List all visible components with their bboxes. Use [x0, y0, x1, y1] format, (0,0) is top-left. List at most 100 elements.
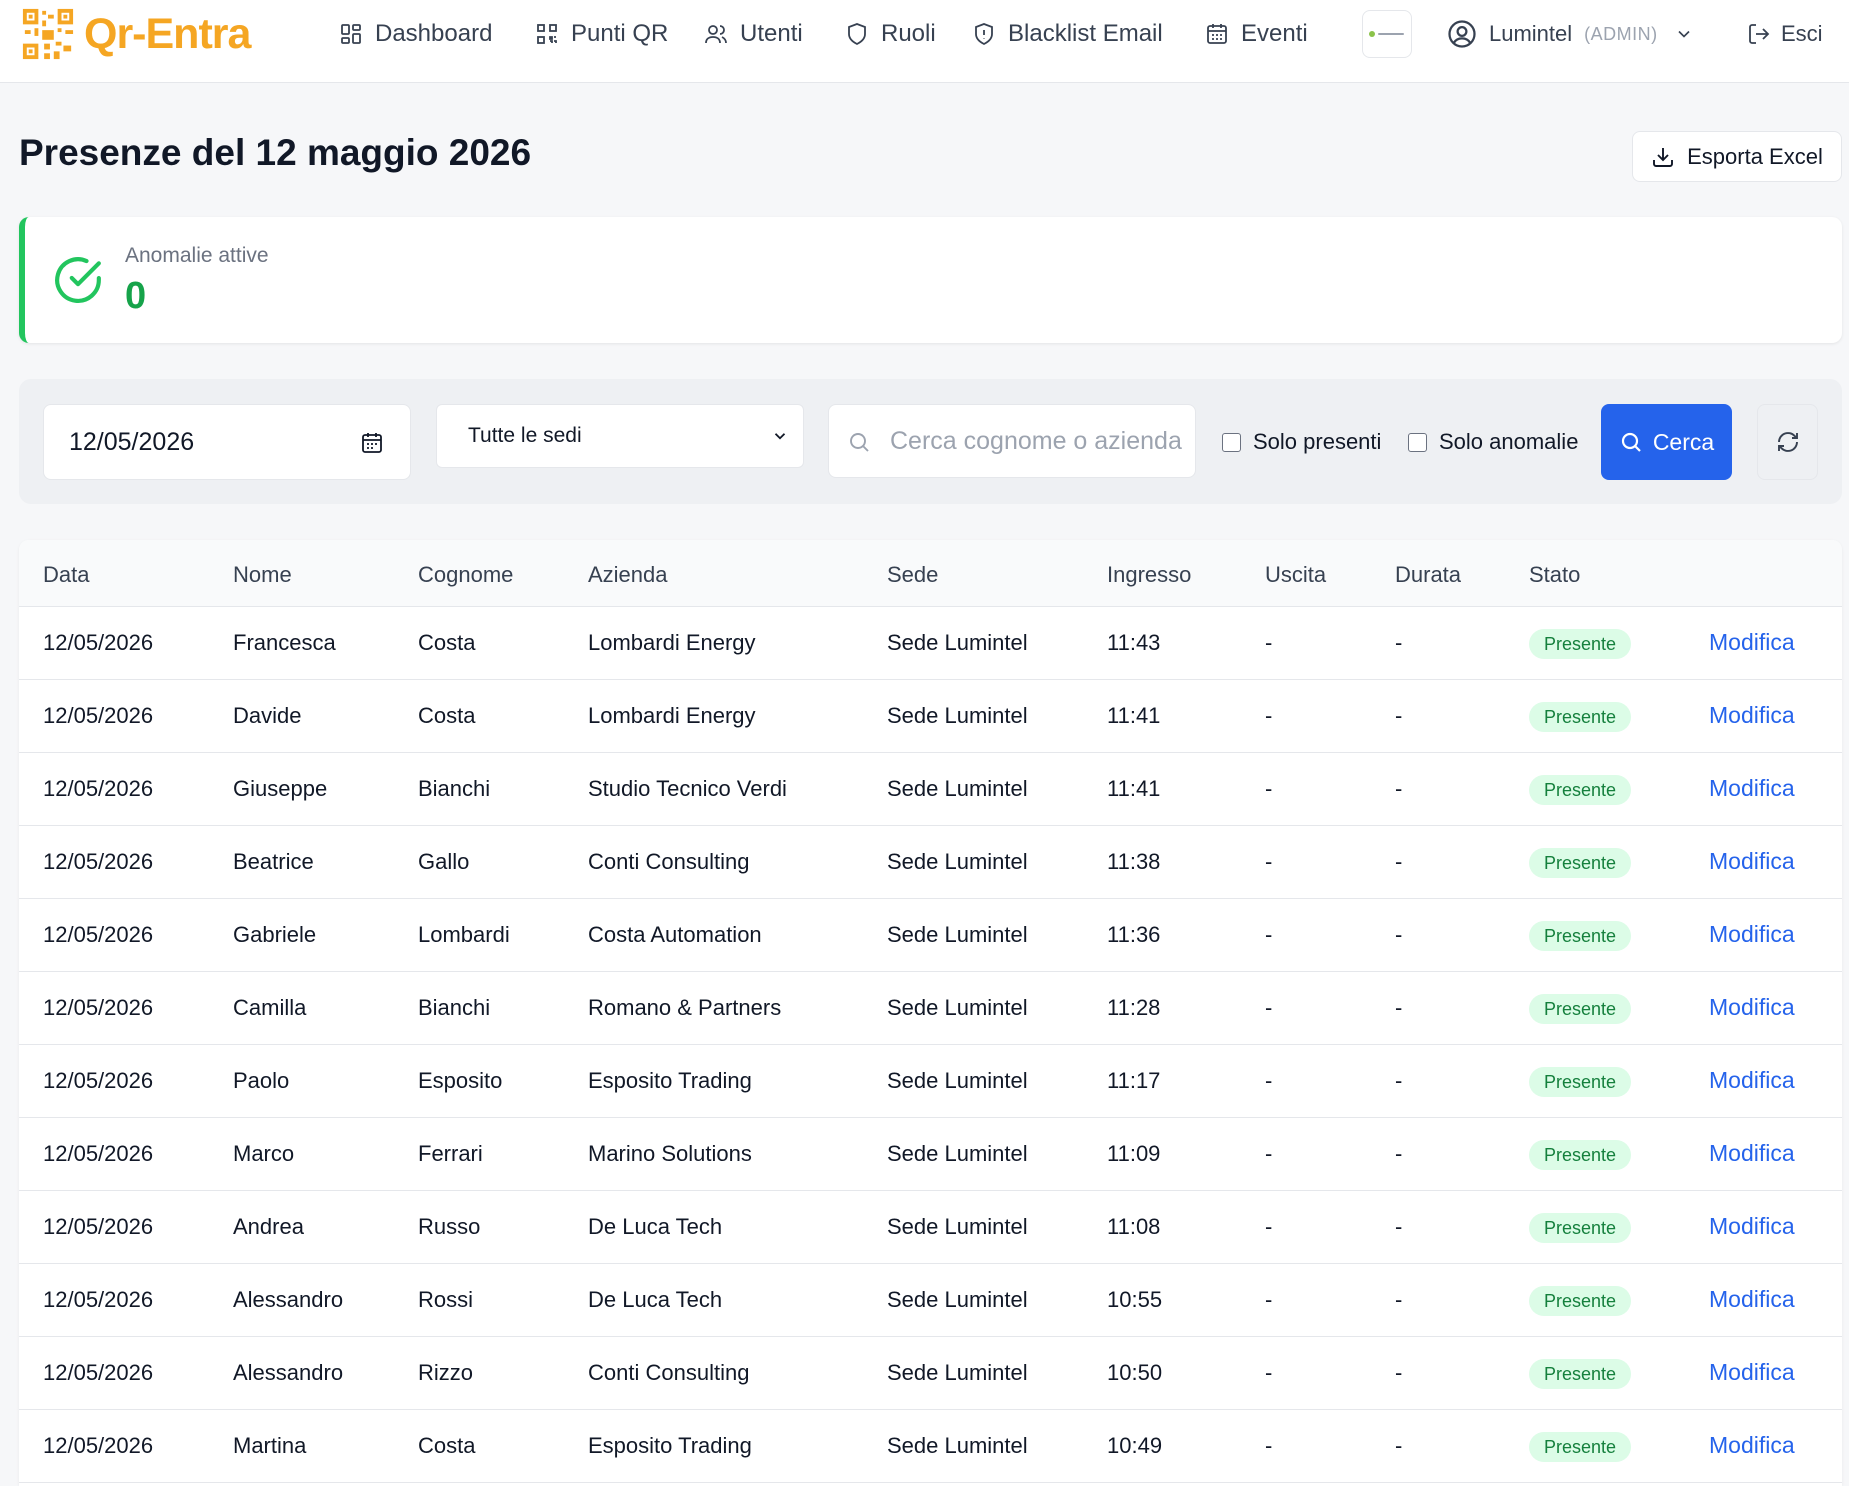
cell-nome: Giuseppe [233, 776, 328, 801]
edit-link[interactable]: Modifica [1709, 1213, 1795, 1240]
cell-sede: Sede Lumintel [887, 630, 1028, 655]
cell-uscita: - [1265, 1141, 1273, 1166]
edit-link[interactable]: Modifica [1709, 775, 1795, 802]
column-header-uscita[interactable]: Uscita [1265, 562, 1326, 588]
table-row[interactable]: 12/05/2026 Gabriele Lombardi Costa Automati… [19, 899, 1842, 972]
nav-ruoli[interactable]: Ruoli [845, 14, 936, 54]
table-row[interactable]: 12/05/2026 Alessandro Rossi De Luca Tech Sed… [19, 1264, 1842, 1337]
chevron-down-icon [1678, 30, 1690, 38]
nav-eventi[interactable]: Eventi [1205, 14, 1308, 54]
shield-alert-icon [975, 23, 993, 46]
only-anomalies-checkbox-box[interactable] [1408, 432, 1427, 452]
edit-link[interactable]: Modifica [1709, 702, 1795, 729]
only-present-label: Solo presenti [1253, 429, 1382, 454]
only-present-checkbox[interactable]: Solo presenti [1222, 429, 1381, 455]
cell-data: 12/05/2026 [43, 776, 154, 801]
nav-utenti[interactable]: Utenti [704, 14, 803, 54]
table-row[interactable]: 12/05/2026 Martina Costa Esposito Trading Se… [19, 1410, 1842, 1483]
logout-button[interactable]: Esci [1747, 14, 1823, 54]
cell-nome: Martina [233, 1433, 307, 1458]
cell-azienda: Conti Consulting [588, 849, 750, 874]
column-header-azienda[interactable]: Azienda [588, 562, 668, 588]
table-row[interactable]: 12/05/2026 Paolo Esposito Esposito Trading S… [19, 1045, 1842, 1118]
cell-cognome: Gallo [418, 849, 470, 874]
download-icon [1653, 147, 1674, 167]
user-role: (ADMIN) [1584, 23, 1658, 44]
search-input[interactable]: Cerca cognome o azienda [828, 404, 1196, 478]
only-anomalies-checkbox[interactable]: Solo anomalie [1408, 429, 1578, 455]
cell-sede: Sede Lumintel [887, 1360, 1028, 1385]
table-row[interactable]: 12/05/2026 Camilla Bianchi Romano & Partner… [19, 972, 1842, 1045]
column-header-durata[interactable]: Durata [1395, 562, 1461, 588]
cell-nome: Andrea [233, 1214, 304, 1239]
attendance-table: Data Nome Cognome Azienda Sede Ingresso … [19, 540, 1842, 1486]
nav-ruoli-label: Ruoli [881, 20, 936, 47]
cell-ingresso: 11:41 [1107, 703, 1161, 728]
page-title: Presenze del 12 maggio 2026 [19, 132, 532, 173]
cell-cognome: Bianchi [418, 776, 491, 801]
column-header-data[interactable]: Data [43, 562, 89, 588]
nav-punti-qr-label: Punti QR [571, 20, 669, 47]
search-button[interactable]: Cerca [1601, 404, 1732, 480]
cell-sede: Sede Lumintel [887, 703, 1028, 728]
table-row[interactable]: 12/05/2026 Andrea Russo De Luca Tech Sede Lu… [19, 1191, 1842, 1264]
table-row[interactable]: 12/05/2026 Beatrice Gallo Conti Consulting S… [19, 826, 1842, 899]
date-input[interactable]: 12/05/2026 [43, 404, 411, 480]
cell-sede: Sede Lumintel [887, 1214, 1028, 1239]
logout-label: Esci [1781, 21, 1823, 46]
cell-durata: - [1395, 630, 1403, 655]
edit-link[interactable]: Modifica [1709, 1359, 1795, 1386]
nav-blacklist-email[interactable]: Blacklist Email [972, 14, 1163, 54]
edit-link[interactable]: Modifica [1709, 994, 1795, 1021]
cell-cognome: Rossi [418, 1287, 474, 1312]
edit-link[interactable]: Modifica [1709, 629, 1795, 656]
column-header-cognome[interactable]: Cognome [418, 562, 513, 588]
cell-uscita: - [1265, 995, 1273, 1020]
cell-nome: Alessandro [233, 1287, 344, 1312]
cell-cognome: Russo [418, 1214, 481, 1239]
export-excel-button[interactable]: Esporta Excel [1632, 131, 1842, 182]
edit-link[interactable]: Modifica [1709, 848, 1795, 875]
edit-link[interactable]: Modifica [1709, 1432, 1795, 1459]
cell-uscita: - [1265, 922, 1273, 947]
edit-link[interactable]: Modifica [1709, 921, 1795, 948]
cell-uscita: - [1265, 1214, 1273, 1239]
column-header-ingresso[interactable]: Ingresso [1107, 562, 1191, 588]
refresh-button[interactable] [1757, 404, 1818, 480]
status-badge: Presente [1529, 702, 1632, 732]
nav-dashboard[interactable]: Dashboard [339, 14, 492, 54]
cell-sede: Sede Lumintel [887, 1287, 1028, 1312]
table-row[interactable]: 12/05/2026 Francesca Costa Lombardi Energy S… [19, 607, 1842, 680]
edit-link[interactable]: Modifica [1709, 1140, 1795, 1167]
cell-azienda: Romano & Partners [588, 995, 782, 1020]
cell-data: 12/05/2026 [43, 849, 154, 874]
app-logo[interactable]: Qr-Entra [20, 7, 251, 61]
sede-select[interactable]: Tutte le sedi [436, 404, 804, 468]
table-row[interactable]: 12/05/2026 Giuseppe Bianchi Studio Tecnico … [19, 753, 1842, 826]
edit-link[interactable]: Modifica [1709, 1286, 1795, 1313]
nav-punti-qr[interactable]: Punti QR [535, 14, 668, 54]
table-row[interactable]: 12/05/2026 Alessandro Rizzo Conti Consultin… [19, 1337, 1842, 1410]
cell-sede: Sede Lumintel [887, 1433, 1028, 1458]
column-header-nome[interactable]: Nome [233, 562, 292, 588]
cell-cognome: Rizzo [418, 1360, 474, 1385]
cell-nome: Marco [233, 1141, 295, 1166]
calendar-icon [1207, 24, 1227, 44]
cell-ingresso: 11:41 [1107, 776, 1161, 801]
table-row[interactable]: 12/05/2026 Marco Ferrari Marino Solutions Se… [19, 1118, 1842, 1191]
filter-bar: 12/05/2026 Tutte le sedi Cerca cognome o… [19, 379, 1842, 504]
cell-sede: Sede Lumintel [887, 995, 1028, 1020]
calendar-icon[interactable] [360, 431, 384, 455]
cell-nome: Francesca [233, 630, 336, 655]
only-present-checkbox-box[interactable] [1222, 432, 1241, 452]
organization-logo [1362, 10, 1412, 58]
user-menu[interactable]: Lumintel (ADMIN) [1447, 14, 1694, 54]
cell-data: 12/05/2026 [43, 1287, 154, 1312]
table-row[interactable]: 12/05/2026 Davide Costa Lombardi Energy Sede… [19, 680, 1842, 753]
sede-select-value: Tutte le sedi [468, 424, 582, 447]
cell-durata: - [1395, 1068, 1403, 1093]
column-header-sede[interactable]: Sede [887, 562, 938, 588]
column-header-stato[interactable]: Stato [1529, 562, 1580, 588]
cell-cognome: Bianchi [418, 995, 491, 1020]
edit-link[interactable]: Modifica [1709, 1067, 1795, 1094]
